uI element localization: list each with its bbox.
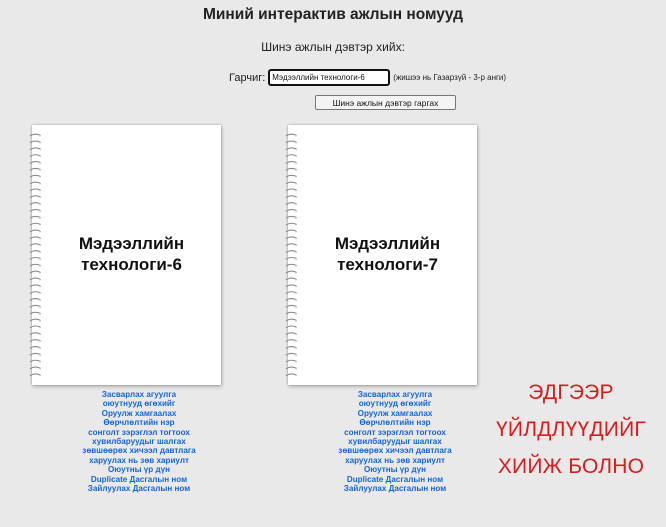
menu-link[interactable]: харуулах нь зөв хариулт	[315, 456, 475, 465]
spiral-binding-icon	[29, 131, 43, 379]
menu-link[interactable]: сонголт зэрэглэл тогтоох	[315, 428, 475, 437]
rename-link[interactable]: Өөрчлөлтийн нэр	[315, 418, 475, 427]
new-workbook-form: Гарчиг: (жишээ нь Газарзүй - 3-р анги)	[229, 69, 506, 86]
notebook-card[interactable]: Мэдээллийн технологи-7	[285, 125, 477, 385]
menu-link[interactable]: Оруулж хамгаалах	[315, 409, 475, 418]
edit-content-link[interactable]: Засварлах агуулга	[59, 390, 219, 399]
menu-link[interactable]: оюутнууд өгөхийг	[315, 399, 475, 408]
notebook-title: Мэдээллийн технологи-7	[302, 233, 473, 275]
menu-link[interactable]: харуулах нь зөв хариулт	[59, 456, 219, 465]
notebook-actions-menu: Засварлах агуулга оюутнууд өгөхийг Оруул…	[315, 390, 475, 493]
callout-line2: ҮЙЛДЛҮҮДИЙГ	[496, 418, 646, 441]
notebook-title-line1: Мэдээллийн	[78, 234, 185, 253]
menu-link[interactable]: хувилбаруудыг шалгах	[315, 437, 475, 446]
menu-link[interactable]: зөвшөөрөх хичээл давтлага	[59, 446, 219, 455]
edit-content-link[interactable]: Засварлах агуулга	[315, 390, 475, 399]
notebook-title-line1: Мэдээллийн	[334, 234, 441, 253]
create-workbook-button[interactable]: Шинэ ажлын дэвтэр гаргах	[315, 95, 456, 110]
student-results-link[interactable]: Оюутны үр дүн	[59, 465, 219, 474]
delete-workbook-link[interactable]: Зайлуулах Дасгалын ном	[315, 484, 475, 493]
callout-line1: ЭДГЭЭР	[528, 381, 614, 404]
spiral-binding-icon	[285, 131, 299, 379]
menu-link[interactable]: оюутнууд өгөхийг	[59, 399, 219, 408]
new-workbook-heading: Шинэ ажлын дэвтэр хийх:	[261, 40, 405, 54]
menu-link[interactable]: Оруулж хамгаалах	[59, 409, 219, 418]
delete-workbook-link[interactable]: Зайлуулах Дасгалын ном	[59, 484, 219, 493]
student-results-link[interactable]: Оюутны үр дүн	[315, 465, 475, 474]
duplicate-workbook-link[interactable]: Duplicate Дасгалын ном	[59, 475, 219, 484]
menu-link[interactable]: хувилбаруудыг шалгах	[59, 437, 219, 446]
notebook-card[interactable]: Мэдээллийн технологи-6	[29, 125, 221, 385]
title-hint: (жишээ нь Газарзүй - 3-р анги)	[393, 73, 507, 82]
menu-link[interactable]: сонголт зэрэглэл тогтоох	[59, 428, 219, 437]
menu-link[interactable]: зөвшөөрөх хичээл давтлага	[315, 446, 475, 455]
notebook-title-line2: технологи-7	[337, 255, 438, 274]
annotation-callout: ЭДГЭЭР ҮЙЛДЛҮҮДИЙГ ХИЙЖ БОЛНО	[476, 374, 666, 485]
duplicate-workbook-link[interactable]: Duplicate Дасгалын ном	[315, 475, 475, 484]
title-label: Гарчиг:	[229, 71, 266, 84]
page-title: Миний интерактив ажлын номууд	[202, 6, 463, 23]
rename-link[interactable]: Өөрчлөлтийн нэр	[59, 418, 219, 427]
callout-line3: ХИЙЖ БОЛНО	[497, 455, 645, 478]
workbook-title-input[interactable]	[268, 69, 391, 86]
notebook-actions-menu: Засварлах агуулга оюутнууд өгөхийг Оруул…	[59, 390, 219, 493]
notebook-title-line2: технологи-6	[81, 255, 182, 274]
notebook-title: Мэдээллийн технологи-6	[46, 233, 217, 275]
